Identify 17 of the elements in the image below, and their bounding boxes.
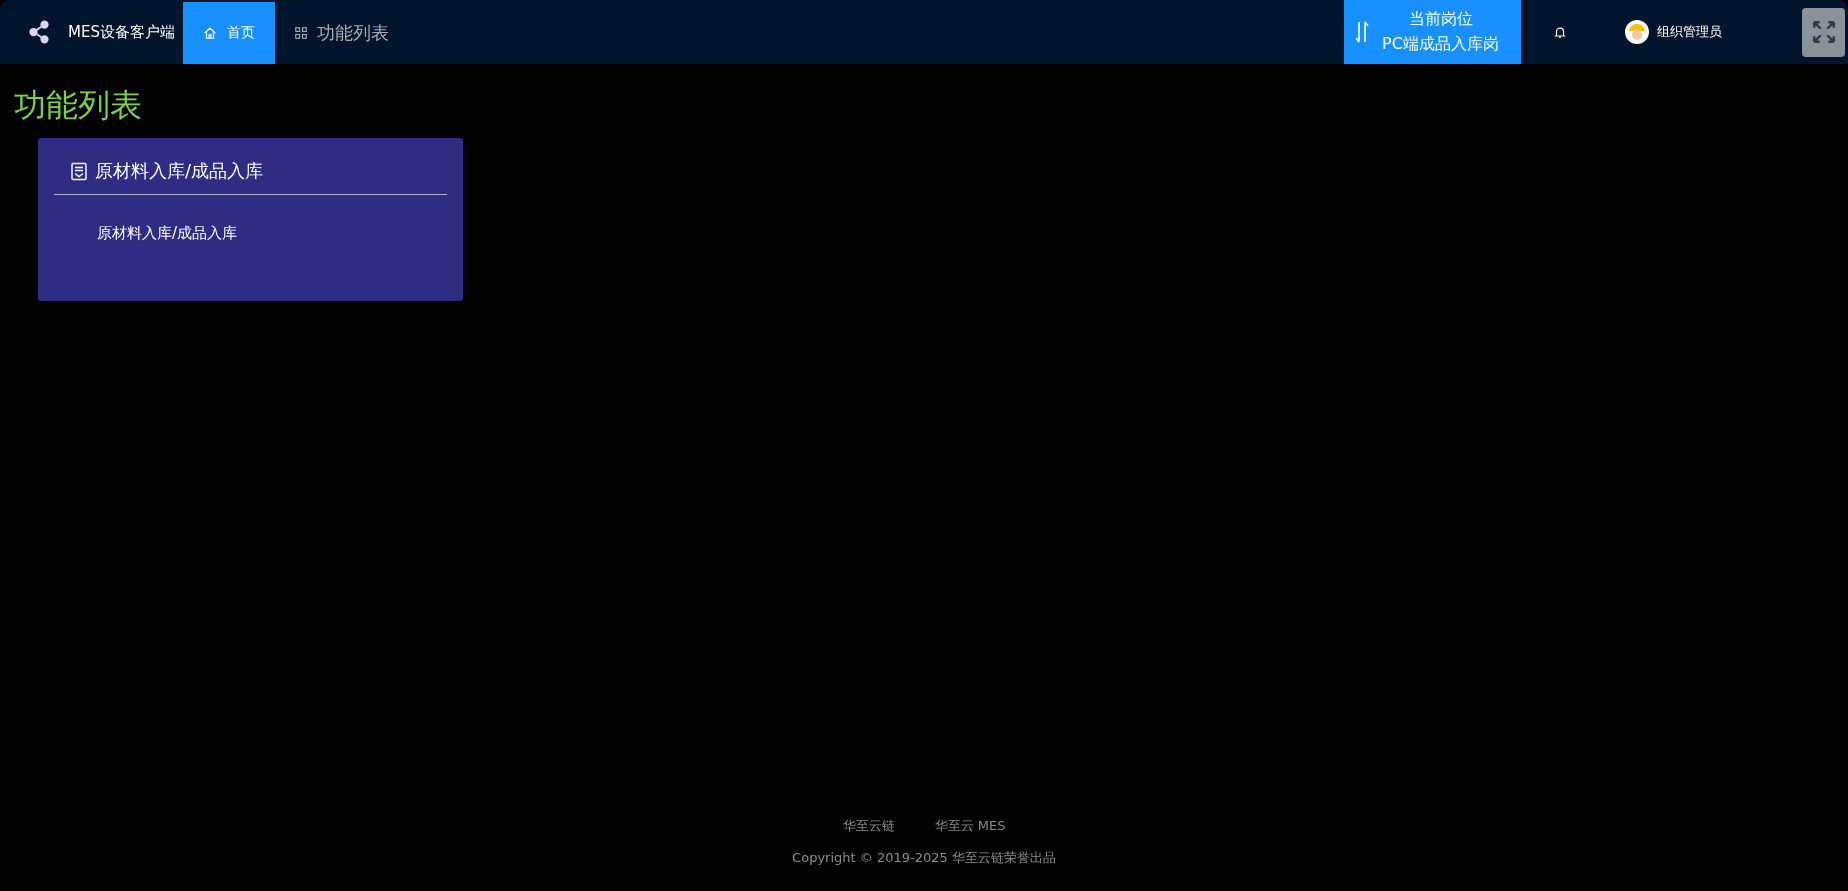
nav-tab[interactable]: 功能列表 [274,2,409,64]
expand-icon [1810,19,1837,45]
function-link[interactable]: 原材料入库/成品入库 [97,224,238,242]
app-name: MES设备客户端 [68,22,175,42]
footer-link[interactable]: 华至云链 [842,817,895,835]
user-name[interactable]: 组织管理员 [1657,23,1722,41]
home-icon [202,26,217,40]
swap-icon [1354,20,1370,44]
page-title: 功能列表 [14,85,143,126]
card-title: 原材料入库/成品入库 [95,159,264,183]
copyright-text: Copyright © 2019-2025 华至云链荣誉出品 [792,849,1056,867]
footer-link[interactable]: 华至云 MES [934,817,1006,835]
document-icon [71,161,87,181]
fullscreen-button[interactable] [1802,7,1845,57]
grid-icon [294,27,307,39]
share-icon [28,19,50,45]
avatar-icon [1625,20,1649,44]
